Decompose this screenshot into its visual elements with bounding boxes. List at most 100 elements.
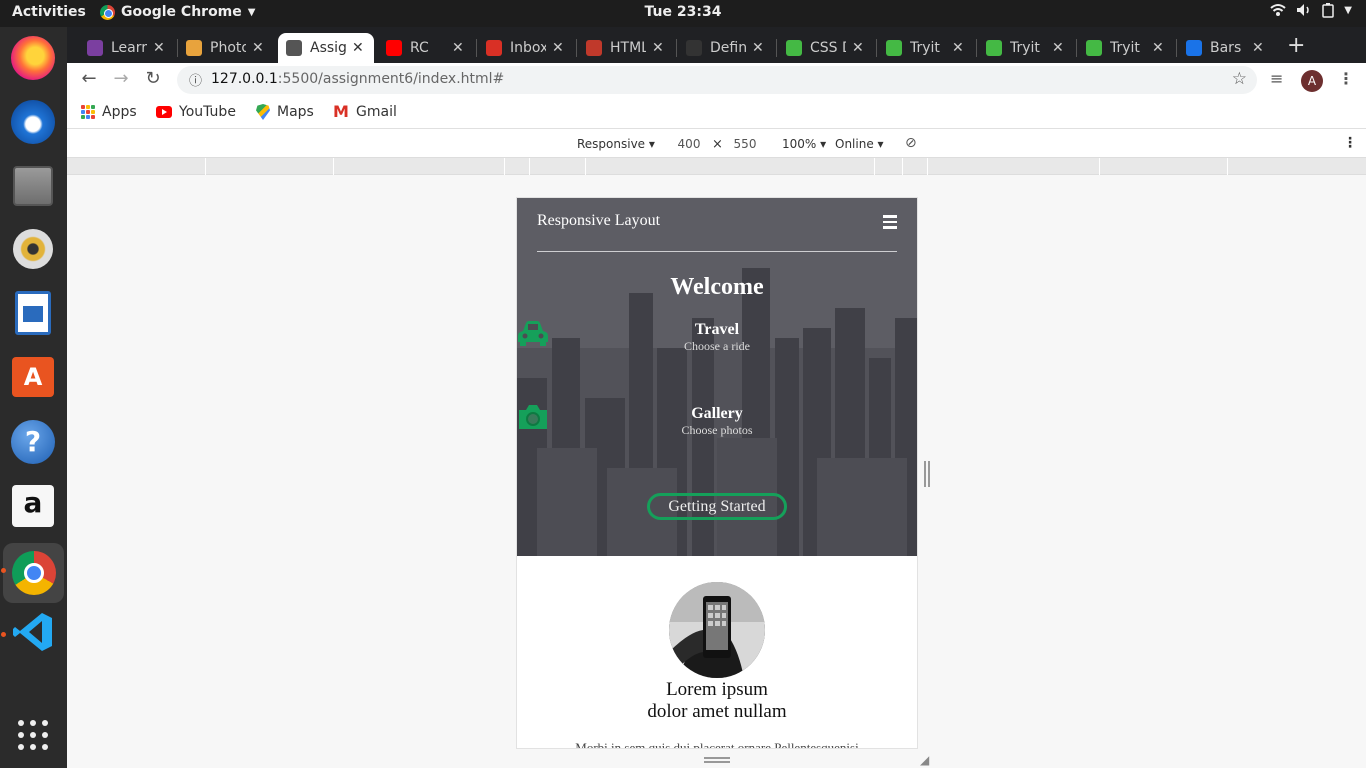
device-toolbar: Responsive ▾ 400 × 550 100% ▾ Online ▾ ⊘…: [67, 130, 1366, 158]
phone-photo: [669, 582, 765, 678]
browser-tab[interactable]: Learr ✕: [79, 33, 175, 63]
tab-separator: [676, 39, 677, 57]
back-button[interactable]: ←: [76, 68, 102, 89]
emulated-page: Responsive Layout Welcome Travel Choose …: [517, 198, 917, 748]
forward-button[interactable]: →: [108, 68, 134, 89]
new-tab-button[interactable]: +: [1287, 33, 1305, 58]
system-tray[interactable]: ▼: [1270, 3, 1352, 22]
browser-tab[interactable]: Photo ✕: [178, 33, 274, 63]
bookmark-apps[interactable]: Apps: [81, 104, 137, 120]
browser-toolbar: ← → ↻ ⓘ 127.0.0.1:5500/assignment6/index…: [67, 63, 1366, 98]
bookmark-star-icon[interactable]: ☆: [1232, 69, 1247, 89]
youtube-icon: [156, 106, 172, 118]
close-tab-icon[interactable]: ✕: [752, 40, 764, 56]
files-launcher[interactable]: [8, 161, 58, 211]
running-indicator: [1, 632, 6, 637]
reload-button[interactable]: ↻: [140, 68, 166, 89]
url-host: 127.0.0.1: [211, 71, 278, 87]
close-tab-icon[interactable]: ✕: [1252, 40, 1264, 56]
media-query-bar[interactable]: [67, 158, 1366, 175]
close-tab-icon[interactable]: ✕: [452, 40, 464, 56]
resize-handle-corner[interactable]: ◢: [920, 753, 929, 767]
hero-section: Responsive Layout Welcome Travel Choose …: [517, 198, 917, 556]
close-tab-icon[interactable]: ✕: [552, 40, 564, 56]
device-select[interactable]: Responsive ▾: [577, 137, 655, 151]
browser-tab[interactable]: RC ✕: [378, 33, 474, 63]
zoom-select[interactable]: 100% ▾: [782, 137, 826, 151]
hamburger-menu-icon[interactable]: [883, 215, 897, 229]
info-icon[interactable]: ⓘ: [189, 70, 202, 89]
url-path: :5500/assignment6/index.html#: [277, 71, 505, 87]
throttling-select[interactable]: Online ▾: [835, 137, 884, 151]
close-tab-icon[interactable]: ✕: [952, 40, 964, 56]
volume-icon: [1296, 3, 1312, 22]
zoom-select-label: 100%: [782, 137, 817, 151]
help-launcher[interactable]: ?: [8, 417, 58, 467]
brand-logo[interactable]: Responsive Layout: [537, 212, 660, 230]
getting-started-button[interactable]: Getting Started: [647, 493, 787, 520]
media-controls-icon[interactable]: ≡: [1270, 69, 1283, 88]
firefox-launcher[interactable]: [8, 33, 58, 83]
top-nav: Responsive Layout: [537, 198, 897, 252]
show-applications-button[interactable]: [8, 710, 58, 760]
vscode-launcher[interactable]: [8, 609, 58, 659]
close-tab-icon[interactable]: ✕: [1152, 40, 1164, 56]
bookmark-gmail[interactable]: Gmail: [333, 102, 397, 121]
maps-icon: [256, 104, 270, 120]
resize-handle-bottom[interactable]: [704, 757, 730, 763]
thunderbird-launcher[interactable]: [8, 97, 58, 147]
firefox-icon: [11, 36, 55, 80]
close-tab-icon[interactable]: ✕: [252, 40, 264, 56]
close-tab-icon[interactable]: ✕: [153, 40, 165, 56]
chrome-launcher[interactable]: [3, 543, 64, 603]
resize-handle-right[interactable]: [924, 461, 930, 487]
close-tab-icon[interactable]: ✕: [1052, 40, 1064, 56]
bookmark-youtube[interactable]: YouTube: [156, 104, 236, 120]
amazon-launcher[interactable]: a: [8, 481, 58, 531]
close-tab-icon[interactable]: ✕: [352, 40, 364, 56]
system-top-bar: Activities Google Chrome ▼ Tue 23:34 ▼: [0, 0, 1366, 27]
throttling-select-label: Online: [835, 137, 874, 151]
browser-tab[interactable]: HTML ✕: [578, 33, 674, 63]
feature-gallery: Gallery Choose photos: [517, 404, 917, 438]
tab-title: Photo: [210, 40, 246, 56]
clock[interactable]: Tue 23:34: [0, 4, 1366, 20]
browser-tab[interactable]: Assig ✕: [278, 33, 374, 63]
software-launcher[interactable]: A: [8, 352, 58, 402]
browser-tab[interactable]: Tryit ✕: [1078, 33, 1174, 63]
browser-tab[interactable]: Tryit ✕: [978, 33, 1074, 63]
bookmark-label: Maps: [277, 104, 314, 120]
width-input[interactable]: 400: [669, 137, 709, 151]
browser-tab[interactable]: CSS D ✕: [778, 33, 874, 63]
height-input[interactable]: 550: [725, 137, 765, 151]
browser-tab[interactable]: Defin ✕: [678, 33, 774, 63]
device-options-icon[interactable]: ⋮: [1343, 135, 1357, 151]
browser-tab[interactable]: Bars ✕: [1178, 33, 1274, 63]
tab-favicon-icon: [486, 40, 502, 56]
intro-title: Lorem ipsum dolor amet nullam: [517, 679, 917, 723]
close-tab-icon[interactable]: ✕: [652, 40, 664, 56]
hero-title: Welcome: [670, 274, 764, 300]
tab-strip: + Learr ✕ Photo ✕ Assig ✕ RC ✕ Inbox ✕ HTML ✕ Defin ✕…: [67, 27, 1366, 63]
intro-text: Morbi in sem quis dui placerat ornare Pe…: [575, 740, 859, 748]
tab-favicon-icon: [87, 40, 103, 56]
wifi-icon: [1270, 3, 1286, 22]
close-tab-icon[interactable]: ✕: [852, 40, 864, 56]
rotate-icon[interactable]: ⊘: [905, 135, 917, 151]
browser-tab[interactable]: Inbox ✕: [478, 33, 574, 63]
rhythmbox-launcher[interactable]: [8, 224, 58, 274]
feature-travel: Travel Choose a ride: [517, 320, 917, 354]
tab-title: Defin: [710, 40, 746, 56]
vscode-icon: [12, 611, 54, 657]
writer-launcher[interactable]: [8, 288, 58, 338]
browser-tab[interactable]: Tryit ✕: [878, 33, 974, 63]
bookmark-maps[interactable]: Maps: [256, 104, 314, 120]
car-icon: [518, 321, 548, 346]
speaker-icon: [13, 229, 53, 269]
tab-separator: [1176, 39, 1177, 57]
address-bar[interactable]: ⓘ 127.0.0.1:5500/assignment6/index.html#…: [177, 66, 1257, 94]
bookmark-label: Apps: [102, 104, 137, 120]
profile-avatar[interactable]: A: [1301, 70, 1323, 92]
tab-title: CSS D: [810, 40, 846, 56]
chrome-menu-icon[interactable]: ⋮: [1338, 69, 1354, 88]
